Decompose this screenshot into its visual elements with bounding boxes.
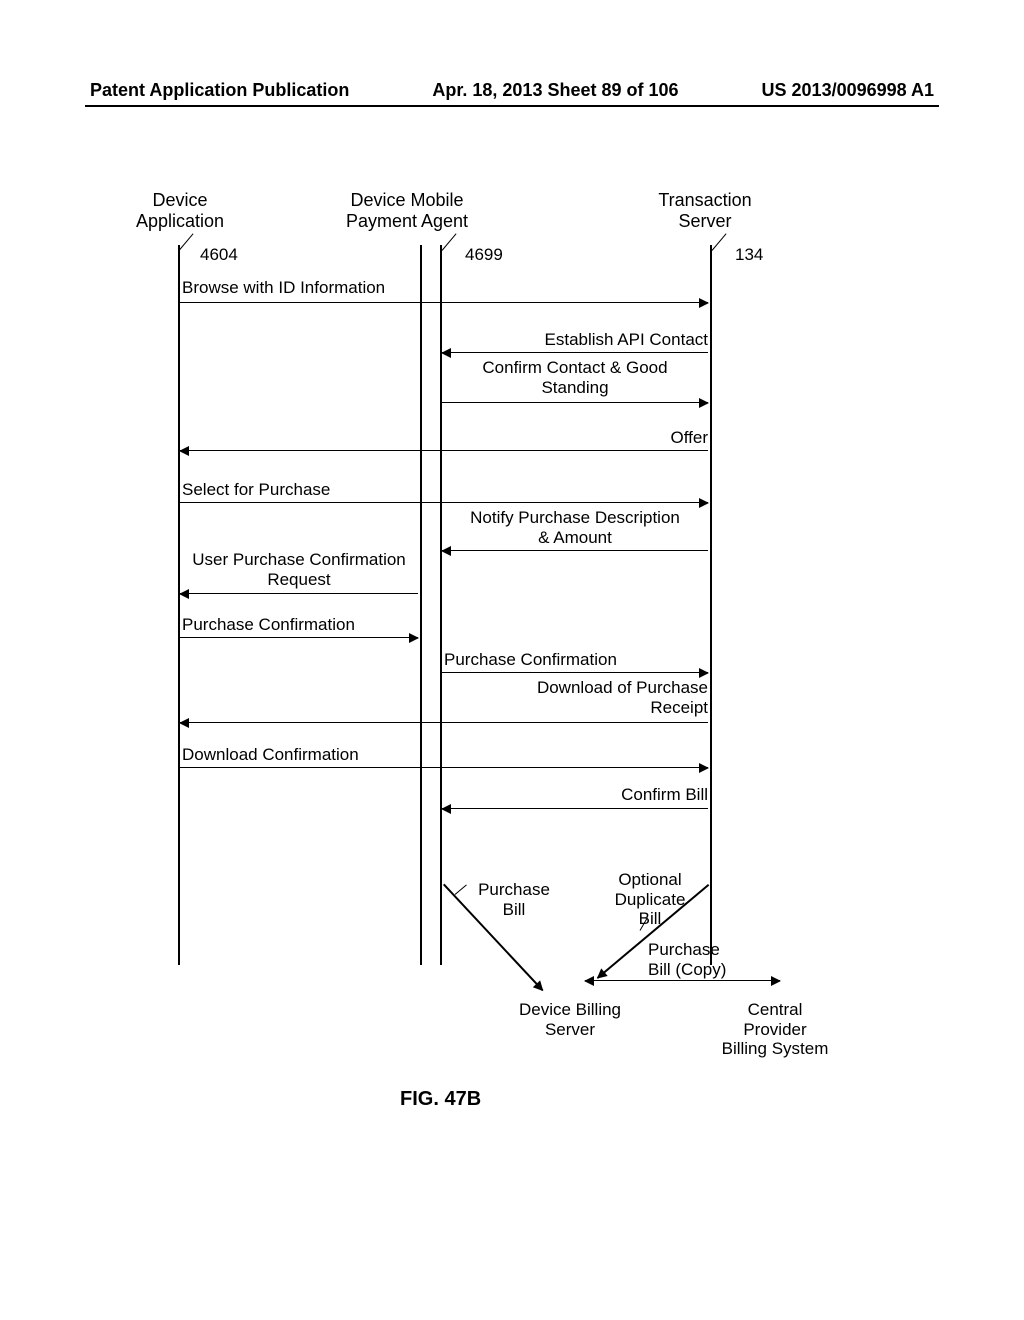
arrow-pc2 — [442, 672, 708, 673]
arrow-upc-req — [180, 593, 418, 594]
page-header: Patent Application Publication Apr. 18, … — [0, 80, 1024, 101]
arrow-api — [442, 352, 708, 353]
msg-confirm-bill: Confirm Bill — [560, 785, 708, 805]
ref-4699: 4699 — [465, 245, 503, 265]
ref-4604: 4604 — [200, 245, 238, 265]
header-right: US 2013/0096998 A1 — [762, 80, 934, 101]
label-central-provider: Central Provider Billing System — [700, 1000, 850, 1059]
ref-tick-4604 — [179, 233, 194, 250]
header-center: Apr. 18, 2013 Sheet 89 of 106 — [432, 80, 678, 101]
msg-browse: Browse with ID Information — [182, 278, 422, 298]
col-transaction-server: Transaction Server — [625, 190, 785, 232]
ref-tick-134 — [712, 233, 727, 250]
msg-notify: Notify Purchase Description & Amount — [442, 508, 708, 547]
label-billing-server: Device Billing Server — [500, 1000, 640, 1039]
msg-purchase-bill: Purchase Bill — [464, 880, 564, 919]
header-left: Patent Application Publication — [90, 80, 349, 101]
msg-upc-req: User Purchase Confirmation Request — [180, 550, 418, 589]
msg-pc1: Purchase Confirmation — [182, 615, 418, 635]
arrow-browse — [180, 302, 708, 303]
msg-bill-copy: Purchase Bill (Copy) — [648, 940, 758, 979]
ref-tick-4699 — [442, 233, 457, 250]
col-payment-agent: Device Mobile Payment Agent — [327, 190, 487, 232]
arrow-dlreceipt — [180, 722, 708, 723]
ref-134: 134 — [735, 245, 763, 265]
arrow-notify — [442, 550, 708, 551]
col-device-application: Device Application — [100, 190, 260, 232]
msg-api: Establish API Contact — [442, 330, 708, 350]
figure-title: FIG. 47B — [400, 1088, 481, 1111]
lifeline-transaction-server — [710, 245, 712, 965]
arrow-confirm-bill — [442, 808, 708, 809]
arrow-bill-copy — [585, 980, 780, 981]
lifeline-payment-agent-left — [420, 245, 422, 965]
arrow-offer — [180, 450, 708, 451]
sequence-diagram: Device Application Device Mobile Payment… — [120, 190, 880, 1090]
msg-offer: Offer — [600, 428, 708, 448]
msg-select: Select for Purchase — [182, 480, 422, 500]
msg-dlconf: Download Confirmation — [182, 745, 422, 765]
msg-dlreceipt: Download of Purchase Receipt — [442, 678, 708, 717]
arrow-dlconf — [180, 767, 708, 768]
lifeline-device-app — [178, 245, 180, 965]
arrow-pc1 — [180, 637, 418, 638]
arrow-select — [180, 502, 708, 503]
msg-confirm-standing: Confirm Contact & Good Standing — [442, 358, 708, 397]
arrow-confirm-standing — [442, 402, 708, 403]
msg-opt-dup: Optional Duplicate Bill — [600, 870, 700, 929]
header-rule — [85, 105, 939, 107]
msg-pc2: Purchase Confirmation — [444, 650, 710, 670]
